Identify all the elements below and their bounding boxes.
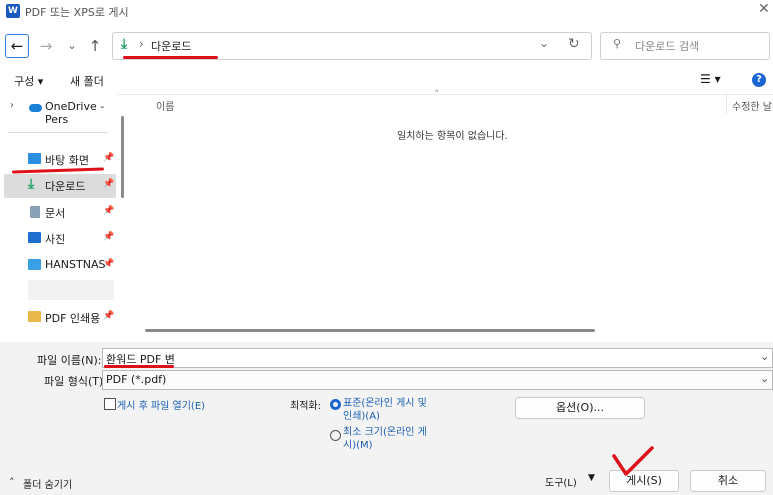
radio-minimum-label[interactable]: 최소 크기(온라인 게 시)(M) <box>343 426 427 452</box>
open-after-label[interactable]: 게시 후 파일 열기(E) <box>117 397 205 412</box>
picture-icon <box>28 232 41 243</box>
breadcrumb-current[interactable]: 다운로드 <box>151 38 191 54</box>
sidebar-divider <box>8 132 108 133</box>
back-button[interactable]: ← <box>5 34 29 58</box>
column-header-name[interactable]: 이름 <box>156 98 174 113</box>
horizontal-scrollbar[interactable] <box>145 329 595 332</box>
sidebar-item-label: 문서 <box>45 207 66 220</box>
breadcrumb-chevron-icon: › <box>139 37 144 51</box>
filename-label: 파일 이름(N): <box>37 354 102 367</box>
sidebar-item-onedrive[interactable]: › OneDrive - Pers <box>0 96 118 126</box>
organize-button[interactable]: 구성 ▾ <box>14 73 43 89</box>
search-input[interactable]: 다운로드 검색 <box>635 38 699 54</box>
sidebar-item-label: 다운로드 <box>45 180 86 193</box>
chevron-up-icon[interactable]: ˄ <box>9 476 15 489</box>
sidebar-item-label: 사진 <box>45 233 66 246</box>
sidebar-item-hanstnas[interactable]: HANSTNAS 📌 <box>0 254 118 278</box>
cancel-button[interactable]: 취소 <box>690 470 766 492</box>
refresh-icon[interactable]: ↻ <box>568 36 580 52</box>
cloud-icon <box>29 104 42 112</box>
column-divider <box>726 94 727 114</box>
sidebar-item-label: HANSTNAS <box>45 258 106 271</box>
optimize-label: 최적화: <box>290 401 321 412</box>
file-list: 이름 ˄ 수정한 날 일치하는 항목이 없습니다. <box>130 88 773 338</box>
search-box[interactable]: ⚲ 다운로드 검색 <box>600 32 770 60</box>
column-header-modified[interactable]: 수정한 날 <box>732 98 773 113</box>
close-icon[interactable]: ✕ <box>758 1 770 17</box>
hide-folders-button[interactable]: 폴더 숨기기 <box>23 476 72 491</box>
radio-minimum[interactable] <box>330 430 341 441</box>
folder-icon <box>28 311 41 322</box>
new-folder-button[interactable]: 새 폴더 <box>70 73 104 89</box>
window-title: PDF 또는 XPS로 게시 <box>25 6 129 19</box>
pin-icon[interactable]: 📌 <box>103 206 114 216</box>
desktop-icon <box>28 153 41 164</box>
address-dropdown-icon[interactable]: ⌄ <box>539 36 549 50</box>
annotation-checkmark <box>612 446 654 476</box>
sidebar-scrollbar[interactable] <box>121 116 124 198</box>
empty-message: 일치하는 항목이 없습니다. <box>397 131 508 142</box>
tools-button[interactable]: 도구(L) <box>545 474 577 489</box>
pin-icon[interactable]: 📌 <box>103 259 114 269</box>
sidebar-item-label: OneDrive - Pers <box>45 100 105 126</box>
radio-standard-label[interactable]: 표준(온라인 게시 및 인쇄)(A) <box>343 397 427 423</box>
pin-icon[interactable]: 📌 <box>103 311 114 321</box>
sidebar-item-pictures[interactable]: 사진 📌 <box>0 227 118 251</box>
sidebar-item-pdf-print[interactable]: PDF 인쇄용 📌 <box>0 306 118 330</box>
filename-field[interactable]: 환워드 PDF 변 ⌄ <box>102 348 773 368</box>
search-icon: ⚲ <box>613 37 622 50</box>
sidebar-item-documents[interactable]: 문서 📌 <box>0 201 118 225</box>
open-after-checkbox[interactable] <box>104 398 116 410</box>
download-icon: ⤓ <box>121 36 128 52</box>
pin-icon[interactable]: 📌 <box>103 153 114 163</box>
document-icon <box>30 206 40 218</box>
expand-chevron-icon[interactable]: › <box>10 100 14 111</box>
download-icon: ⤓ <box>28 176 35 192</box>
forward-button[interactable]: → <box>34 34 58 58</box>
filetype-label: 파일 형식(T): <box>44 375 107 388</box>
sidebar-item-downloads[interactable]: ⤓ 다운로드 📌 <box>4 174 116 198</box>
sort-caret-icon: ˄ <box>434 88 440 101</box>
navigation-pane: › OneDrive - Pers 바탕 화면 📌 ⤓ 다운로드 📌 문서 📌 … <box>0 94 118 338</box>
recent-dropdown-icon[interactable]: ⌄ <box>60 34 84 58</box>
word-app-icon: W <box>6 4 20 18</box>
radio-standard[interactable] <box>330 399 341 410</box>
blurred-item <box>28 280 114 300</box>
pin-icon[interactable]: 📌 <box>103 179 114 189</box>
drive-icon <box>28 259 41 270</box>
help-icon[interactable]: ? <box>752 73 766 87</box>
chevron-down-icon[interactable]: ⌄ <box>760 372 769 385</box>
sidebar-item-label: 바탕 화면 <box>45 154 89 167</box>
filetype-select[interactable]: PDF (*.pdf) ⌄ <box>102 370 773 390</box>
filetype-value: PDF (*.pdf) <box>106 373 167 386</box>
up-button[interactable]: ↑ <box>83 34 107 58</box>
pin-icon[interactable]: 📌 <box>103 232 114 242</box>
chevron-down-icon[interactable]: ⌄ <box>760 350 769 363</box>
sidebar-item-label: PDF 인쇄용 <box>45 312 101 325</box>
command-bar: 구성 ▾ 새 폴더 ☰ ▾ ? <box>0 66 773 95</box>
tools-dropdown-icon[interactable]: ▼ <box>588 473 595 483</box>
options-button[interactable]: 옵션(O)... <box>515 397 645 419</box>
annotation-underline <box>123 56 218 59</box>
title-bar: W PDF 또는 XPS로 게시 ✕ <box>0 0 773 24</box>
view-options-icon[interactable]: ☰ ▾ <box>700 72 721 86</box>
annotation-underline <box>104 365 174 368</box>
